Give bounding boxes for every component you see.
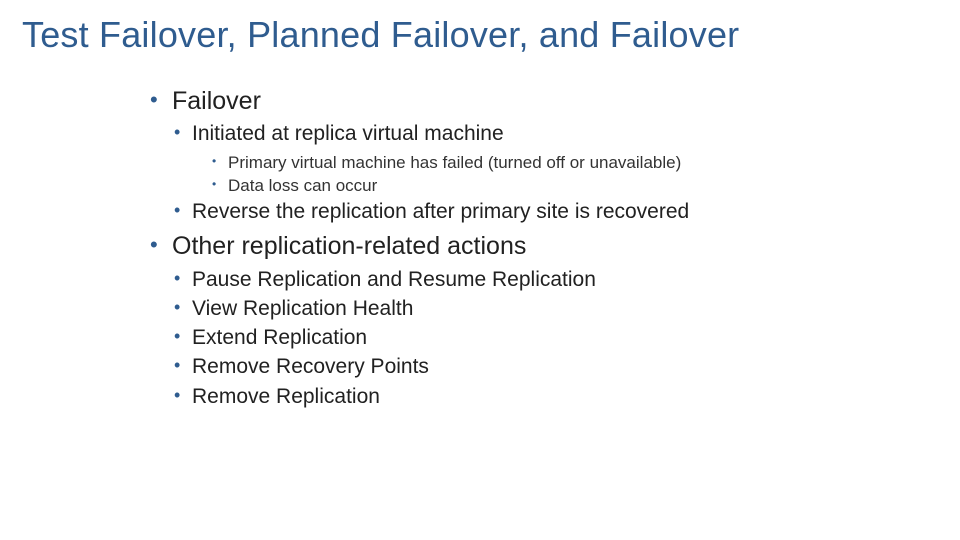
list-item-label: Pause Replication and Resume Replication: [192, 268, 596, 291]
list-item-label: Remove Replication: [192, 385, 380, 408]
list-item-label: Remove Recovery Points: [192, 355, 429, 378]
list-item-label: Data loss can occur: [228, 176, 377, 195]
list-item: Extend Replication: [172, 325, 920, 351]
list-item: Pause Replication and Resume Replication: [172, 267, 920, 293]
list-item: Remove Recovery Points: [172, 354, 920, 380]
bullet-list-l2: Initiated at replica virtual machine Pri…: [172, 121, 920, 225]
slide-title: Test Failover, Planned Failover, and Fai…: [22, 14, 739, 56]
list-item-label: Primary virtual machine has failed (turn…: [228, 153, 681, 172]
list-item: Initiated at replica virtual machine Pri…: [172, 121, 920, 196]
list-item: Primary virtual machine has failed (turn…: [212, 152, 920, 173]
list-item: Data loss can occur: [212, 175, 920, 196]
list-item-label: Initiated at replica virtual machine: [192, 122, 504, 145]
list-item-label: Other replication-related actions: [172, 232, 526, 260]
list-item-label: Extend Replication: [192, 326, 367, 349]
bullet-list-l2: Pause Replication and Resume Replication…: [172, 267, 920, 410]
list-item: View Replication Health: [172, 296, 920, 322]
list-item: Failover Initiated at replica virtual ma…: [150, 86, 920, 225]
bullet-list-l1: Failover Initiated at replica virtual ma…: [150, 86, 920, 410]
list-item-label: View Replication Health: [192, 297, 413, 320]
bullet-list-l3: Primary virtual machine has failed (turn…: [212, 152, 920, 197]
slide: Test Failover, Planned Failover, and Fai…: [0, 0, 960, 540]
list-item: Remove Replication: [172, 384, 920, 410]
list-item-label: Reverse the replication after primary si…: [192, 200, 689, 223]
list-item: Reverse the replication after primary si…: [172, 199, 920, 225]
list-item-label: Failover: [172, 87, 261, 115]
list-item: Other replication-related actions Pause …: [150, 231, 920, 410]
slide-body: Failover Initiated at replica virtual ma…: [150, 80, 920, 410]
